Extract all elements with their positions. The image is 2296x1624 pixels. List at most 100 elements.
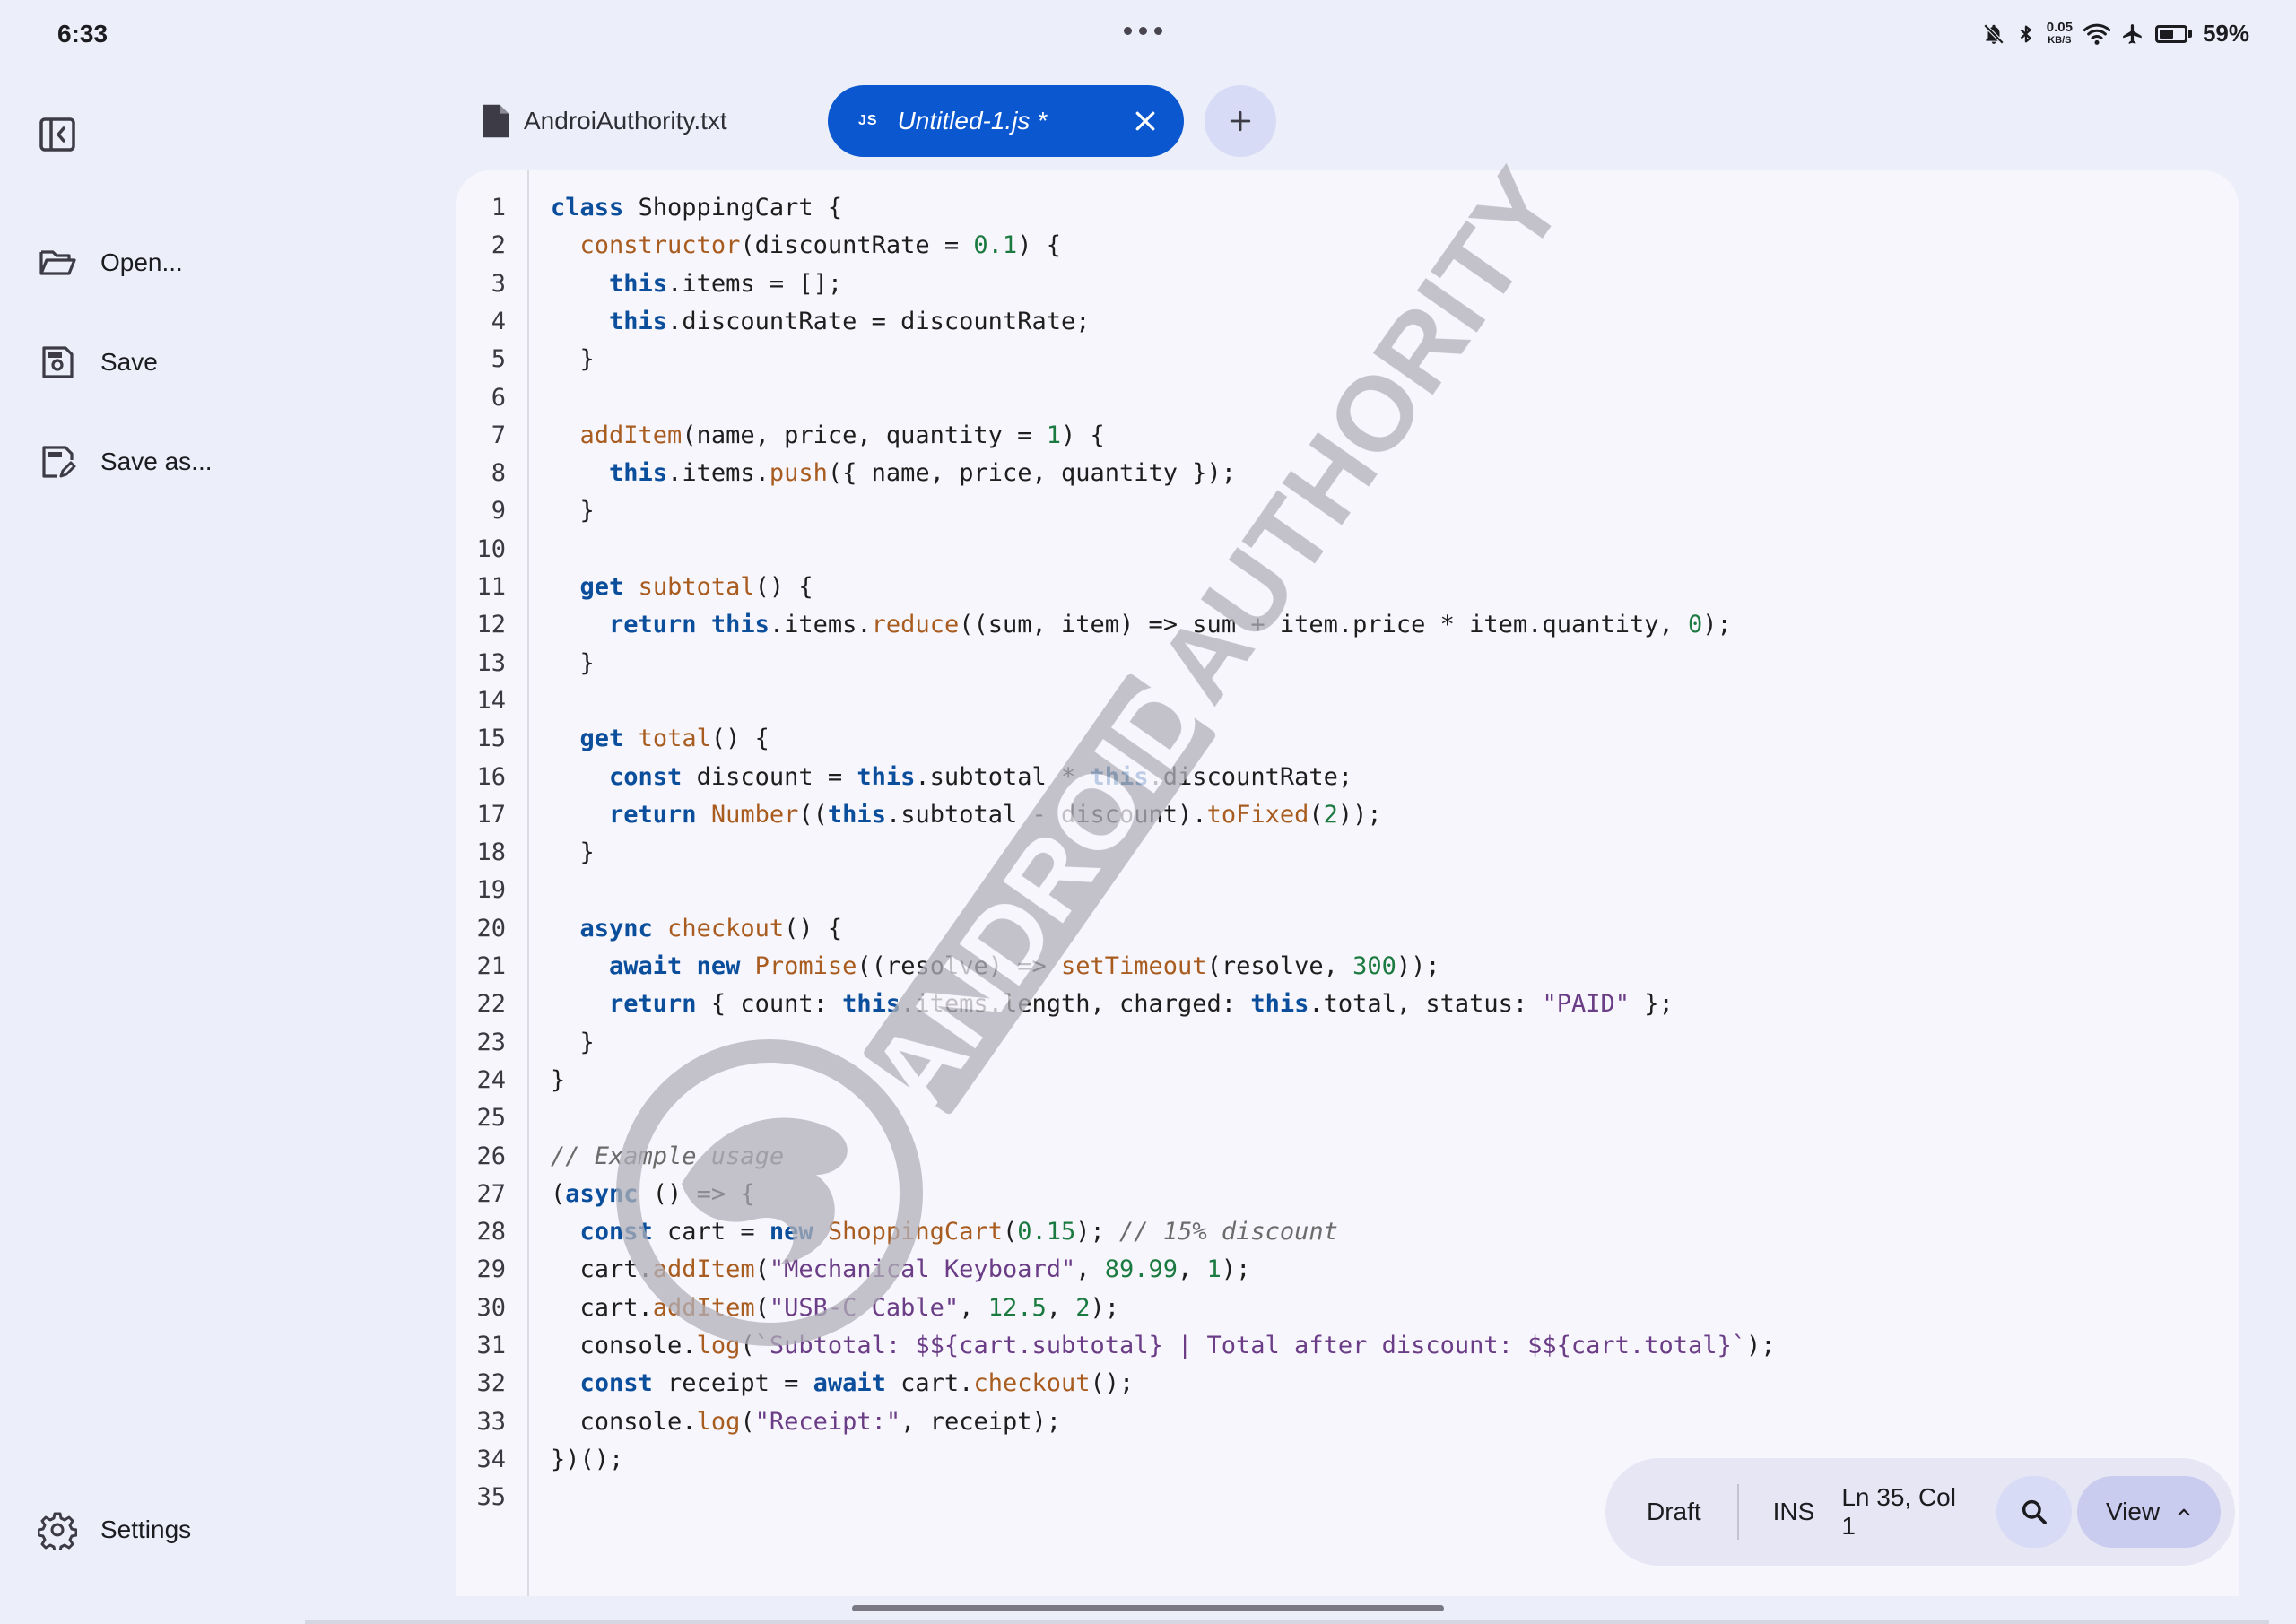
line-number: 19 — [476, 876, 506, 905]
code-line[interactable]: await new Promise((resolve) => setTimeou… — [551, 952, 1440, 980]
code-line[interactable]: // Example usage — [551, 1142, 784, 1170]
search-icon — [2022, 1499, 2048, 1524]
insert-mode[interactable]: INS — [1773, 1498, 1815, 1526]
code-line[interactable]: })(); — [551, 1446, 623, 1473]
code-line[interactable]: get subtotal() { — [551, 573, 813, 601]
code-line[interactable]: this.items.push({ name, price, quantity … — [551, 459, 1236, 487]
airplane-icon — [2123, 23, 2142, 44]
battery-percent: 59% — [2202, 20, 2249, 47]
line-number: 10 — [476, 534, 506, 563]
code-line[interactable]: console.log("Receipt:", receipt); — [551, 1408, 1061, 1436]
code-line[interactable]: class ShoppingCart { — [551, 194, 842, 221]
code-line[interactable]: } — [551, 497, 595, 525]
code-line[interactable]: return Number((this.subtotal - discount)… — [551, 801, 1382, 829]
settings-label: Settings — [100, 1515, 192, 1543]
line-number: 21 — [476, 952, 506, 980]
status-time: 6:33 — [57, 20, 109, 48]
sidebar-item-label: Save as... — [100, 447, 213, 475]
line-number: 29 — [476, 1255, 506, 1284]
cursor-position[interactable]: Ln 35, Col 1 — [1841, 1483, 1973, 1541]
code-line[interactable]: this.items = []; — [551, 270, 842, 298]
line-number: 35 — [476, 1483, 506, 1512]
code-line[interactable]: cart.addItem("USB-C Cable", 12.5, 2); — [551, 1294, 1120, 1322]
line-number: 6 — [491, 383, 506, 412]
sidebar-collapse-icon[interactable] — [38, 115, 77, 154]
plus-icon — [1230, 110, 1251, 132]
view-button[interactable]: View — [2077, 1476, 2221, 1548]
code-line[interactable]: cart.addItem("Mechanical Keyboard", 89.9… — [551, 1255, 1251, 1283]
more-dots-icon[interactable] — [1124, 27, 1162, 35]
line-number: 17 — [476, 800, 506, 829]
save-as-icon — [42, 446, 76, 478]
view-label: View — [2106, 1498, 2161, 1525]
code-line[interactable]: } — [551, 649, 595, 677]
line-number: 1 — [491, 194, 506, 221]
search-button[interactable] — [1996, 1476, 2073, 1548]
code-line[interactable]: return { count: this.items.length, charg… — [551, 990, 1674, 1018]
code-line[interactable]: return this.items.reduce((sum, item) => … — [551, 611, 1732, 638]
line-number: 5 — [491, 345, 506, 374]
line-number: 28 — [476, 1218, 506, 1246]
chevron-up-icon — [2178, 1508, 2190, 1516]
line-number: 7 — [491, 421, 506, 449]
line-number: 15 — [476, 725, 506, 753]
line-number: 11 — [476, 573, 506, 601]
status-icons: 0.05 KB/S 59% — [1982, 20, 2249, 48]
line-number: 9 — [491, 497, 506, 525]
code-line[interactable]: const discount = this.subtotal * this.di… — [551, 763, 1352, 791]
line-number: 4 — [491, 307, 506, 335]
tab-label: Untitled-1.js * — [897, 107, 1048, 135]
net-speed: 0.05 KB/S — [2046, 19, 2073, 46]
line-number: 3 — [491, 269, 506, 298]
save-icon — [42, 346, 74, 378]
line-number: 32 — [476, 1369, 506, 1398]
wifi-icon — [2083, 23, 2110, 45]
new-tab-button[interactable] — [1205, 85, 1276, 157]
gear-icon — [38, 1512, 77, 1550]
line-number: 26 — [476, 1142, 506, 1170]
line-number: 34 — [476, 1445, 506, 1473]
code-line[interactable]: (async () => { — [551, 1180, 755, 1208]
code-line[interactable]: const cart = new ShoppingCart(0.15); // … — [551, 1218, 1338, 1246]
line-number: 20 — [476, 914, 506, 942]
bluetooth-icon — [2020, 25, 2031, 42]
tab-untitled-1-js[interactable]: JS Untitled-1.js * — [828, 85, 1184, 157]
code-line[interactable]: console.log(`Subtotal: $${cart.subtotal}… — [551, 1332, 1776, 1359]
code-line[interactable]: async checkout() { — [551, 915, 843, 942]
sidebar-item-label: Save — [100, 348, 158, 376]
js-badge: JS — [858, 113, 878, 128]
bell-off-icon — [1983, 23, 2005, 44]
code-line[interactable]: this.discountRate = discountRate; — [551, 308, 1090, 335]
file-icon — [483, 104, 509, 138]
code-line[interactable]: const receipt = await cart.checkout(); — [551, 1369, 1135, 1397]
sidebar-item-save[interactable]: Save — [38, 343, 158, 382]
line-number: 8 — [491, 459, 506, 488]
code-editor[interactable]: 1 2 3 4 5 6 7 8 9 10 11 12 13 14 15 16 17 18 19 20 21 22 23 24 2… — [456, 170, 2239, 1596]
bottom-strip — [305, 1620, 2269, 1624]
tab-label: AndroiAuthority.txt — [524, 107, 727, 135]
line-number: 22 — [476, 990, 506, 1019]
code-line[interactable]: } — [551, 1066, 565, 1094]
code-line[interactable]: } — [551, 345, 595, 373]
code-line[interactable]: addItem(name, price, quantity = 1) { — [551, 421, 1105, 449]
code-line[interactable]: } — [551, 838, 595, 866]
close-icon[interactable] — [1132, 108, 1159, 135]
tab-androiauthority-txt[interactable]: AndroiAuthority.txt — [481, 99, 727, 143]
line-number: 33 — [476, 1407, 506, 1436]
draft-label[interactable]: Draft — [1647, 1498, 1701, 1526]
code-line[interactable]: constructor(discountRate = 0.1) { — [551, 231, 1061, 259]
line-number-gutter: 1 2 3 4 5 6 7 8 9 10 11 12 13 14 15 16 17 18 19 20 21 22 23 24 2… — [456, 170, 529, 1596]
code-line[interactable]: } — [551, 1029, 595, 1056]
line-number: 30 — [476, 1293, 506, 1322]
editor-status-bar: Draft INS Ln 35, Col 1 View — [1605, 1458, 2235, 1566]
line-number: 12 — [476, 611, 506, 639]
folder-open-icon — [39, 250, 76, 275]
battery-icon — [2154, 24, 2192, 43]
line-number: 16 — [476, 762, 506, 791]
code-line[interactable]: get total() { — [551, 725, 770, 752]
sidebar-item-label: Open... — [100, 248, 183, 276]
sidebar-item-settings[interactable]: Settings — [38, 1510, 191, 1550]
home-indicator[interactable] — [852, 1605, 1444, 1611]
sidebar-item-save-as[interactable]: Save as... — [38, 442, 213, 482]
sidebar-item-open[interactable]: Open... — [38, 243, 183, 282]
